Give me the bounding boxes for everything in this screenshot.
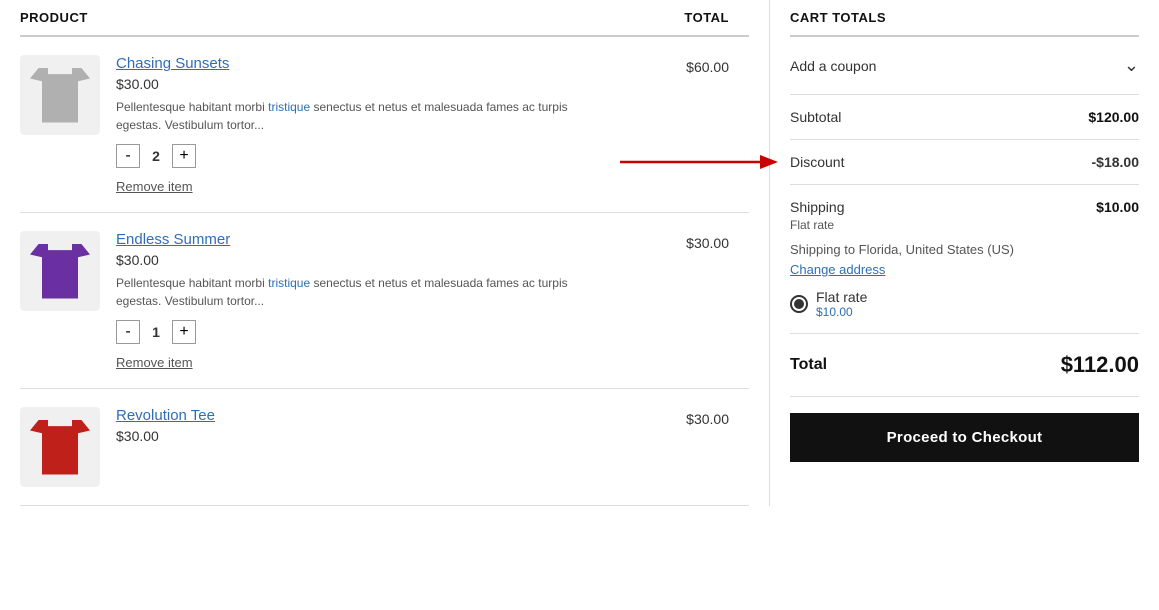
item-2-name[interactable]: Endless Summer (116, 231, 230, 248)
chevron-down-icon: ⌄ (1124, 55, 1139, 76)
product-table: PRODUCT TOTAL Chasing Sunsets $30.00 Pel… (0, 0, 769, 506)
item-2-qty-control: - 1 + (116, 320, 613, 344)
item-1-details: Chasing Sunsets $30.00 Pellentesque habi… (100, 55, 629, 194)
item-2-image (20, 231, 100, 311)
shipping-value: $10.00 (1096, 199, 1139, 215)
item-3-name[interactable]: Revolution Tee (116, 407, 215, 424)
item-2-price: $30.00 (116, 252, 613, 268)
item-2-remove[interactable]: Remove item (116, 355, 193, 370)
shipping-section: Shipping Flat rate $10.00 Shipping to Fl… (790, 185, 1139, 334)
shipping-option-flat-rate[interactable]: Flat rate $10.00 (790, 289, 1139, 319)
item-1-tshirt (30, 68, 90, 123)
flat-rate-label: Flat rate (790, 218, 845, 232)
item-2-qty-plus[interactable]: + (172, 320, 196, 344)
cart-item-1: Chasing Sunsets $30.00 Pellentesque habi… (20, 37, 749, 213)
item-1-qty-control: - 2 + (116, 144, 613, 168)
flat-rate-option-label: Flat rate (816, 289, 867, 305)
shipping-to: Shipping to Florida, United States (US) (790, 242, 1139, 257)
item-2-qty-minus[interactable]: - (116, 320, 140, 344)
discount-value: -$18.00 (1092, 154, 1139, 170)
shipping-label-group: Shipping Flat rate (790, 199, 845, 232)
item-2-details: Endless Summer $30.00 Pellentesque habit… (100, 231, 629, 370)
item-1-image (20, 55, 100, 135)
cart-totals-header: CART TOTALS (790, 0, 1139, 37)
cart-item-2: Endless Summer $30.00 Pellentesque habit… (20, 213, 749, 389)
cart-item-3: Revolution Tee $30.00 $30.00 (20, 389, 749, 506)
subtotal-value: $120.00 (1088, 109, 1139, 125)
discount-label: Discount (790, 154, 844, 170)
item-2-qty-value: 1 (146, 324, 166, 340)
item-1-qty-plus[interactable]: + (172, 144, 196, 168)
change-address-link[interactable]: Change address (790, 262, 885, 277)
item-2-desc-link[interactable]: tristique (268, 276, 310, 290)
flat-rate-radio[interactable] (790, 295, 808, 313)
item-1-name[interactable]: Chasing Sunsets (116, 55, 229, 72)
flat-rate-option-group: Flat rate $10.00 (816, 289, 867, 319)
checkout-button[interactable]: Proceed to Checkout (790, 413, 1139, 462)
total-label: Total (790, 356, 827, 374)
item-3-total: $30.00 (629, 407, 749, 427)
discount-row: Discount -$18.00 (790, 140, 1139, 185)
total-row: Total $112.00 (790, 334, 1139, 397)
item-3-tshirt (30, 420, 90, 475)
item-1-qty-value: 2 (146, 148, 166, 164)
item-3-details: Revolution Tee $30.00 (100, 407, 629, 450)
col-total-header: TOTAL (629, 10, 749, 25)
coupon-label: Add a coupon (790, 58, 876, 74)
item-1-desc: Pellentesque habitant morbi tristique se… (116, 98, 613, 134)
shipping-label: Shipping (790, 199, 845, 215)
item-1-total: $60.00 (629, 55, 749, 75)
table-header: PRODUCT TOTAL (20, 0, 749, 37)
item-1-remove[interactable]: Remove item (116, 179, 193, 194)
flat-rate-option-price: $10.00 (816, 305, 867, 319)
total-value: $112.00 (1061, 352, 1139, 378)
item-3-price: $30.00 (116, 428, 613, 444)
cart-totals-panel: CART TOTALS Add a coupon ⌄ Subtotal $120… (769, 0, 1159, 506)
item-2-total: $30.00 (629, 231, 749, 251)
item-1-desc-link[interactable]: tristique (268, 100, 310, 114)
item-3-image (20, 407, 100, 487)
item-2-tshirt (30, 244, 90, 299)
item-1-price: $30.00 (116, 76, 613, 92)
col-product-header: PRODUCT (20, 10, 629, 25)
flat-rate-radio-dot (794, 299, 804, 309)
item-2-desc: Pellentesque habitant morbi tristique se… (116, 274, 613, 310)
discount-arrow-icon (620, 147, 780, 177)
shipping-row: Shipping Flat rate $10.00 (790, 199, 1139, 232)
subtotal-label: Subtotal (790, 109, 841, 125)
subtotal-row: Subtotal $120.00 (790, 95, 1139, 140)
coupon-row[interactable]: Add a coupon ⌄ (790, 37, 1139, 95)
item-1-qty-minus[interactable]: - (116, 144, 140, 168)
